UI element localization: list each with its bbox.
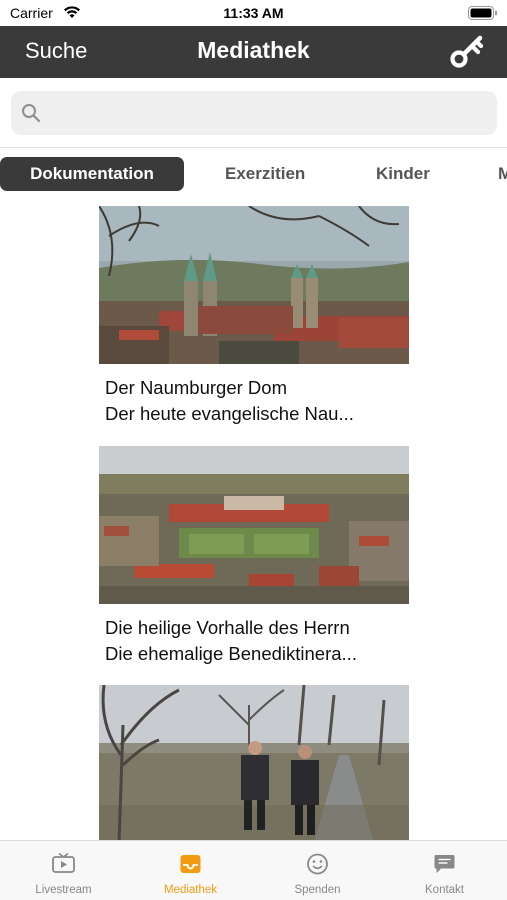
tabbar-item-mediathek[interactable]: Mediathek — [127, 841, 254, 900]
media-title: Der Naumburger Dom — [105, 377, 287, 398]
chat-icon — [434, 855, 455, 873]
inbox-icon — [180, 855, 201, 873]
tab-dokumentation[interactable]: Dokumentation — [0, 157, 184, 191]
tabbar-label: Mediathek — [163, 884, 218, 896]
thumbnail-path-conversation[interactable] — [99, 685, 409, 840]
page-title: Mediathek — [197, 37, 310, 63]
tabbar-item-spenden[interactable]: Spenden — [254, 841, 381, 900]
search-input[interactable] — [51, 91, 481, 135]
tab-more[interactable]: M — [498, 157, 507, 191]
key-icon[interactable] — [449, 34, 485, 70]
status-time: 11:33 AM — [223, 5, 284, 21]
media-description: Der heute evangelische Nau... — [105, 403, 354, 424]
media-list: Der Naumburger Dom Der heute evangelisch… — [0, 206, 507, 840]
media-item[interactable] — [99, 685, 409, 840]
media-description: Die ehemalige Benediktinera... — [105, 643, 357, 664]
tabbar-item-livestream[interactable]: Livestream — [0, 841, 127, 900]
tabbar-item-kontakt[interactable]: Kontakt — [381, 841, 507, 900]
status-bar: Carrier 11:33 AM — [0, 0, 507, 26]
thumbnail-naumburg-cathedral[interactable] — [99, 206, 409, 364]
smiley-icon — [307, 853, 328, 875]
media-item[interactable]: Der Naumburger Dom Der heute evangelisch… — [99, 206, 409, 427]
media-item[interactable]: Die heilige Vorhalle des Herrn Die ehema… — [99, 446, 409, 667]
media-title: Die heilige Vorhalle des Herrn — [105, 617, 350, 638]
divider — [0, 147, 507, 148]
tab-bar: Livestream Mediathek Spenden Kontakt — [0, 840, 507, 900]
search-icon — [22, 104, 41, 123]
search-bar[interactable] — [11, 91, 497, 135]
tabbar-label: Livestream — [35, 884, 92, 896]
thumbnail-abbey-aerial[interactable] — [99, 446, 409, 604]
tabbar-label: Kontakt — [425, 884, 464, 896]
tab-kinder[interactable]: Kinder — [376, 157, 430, 191]
tabbar-label: Spenden — [294, 884, 341, 896]
battery-icon — [468, 6, 497, 20]
tab-exerzitien[interactable]: Exerzitien — [225, 157, 305, 191]
nav-bar: Suche Mediathek — [0, 26, 507, 78]
tv-icon — [52, 853, 75, 873]
category-tabs: Dokumentation Exerzitien Kinder M — [0, 156, 507, 192]
